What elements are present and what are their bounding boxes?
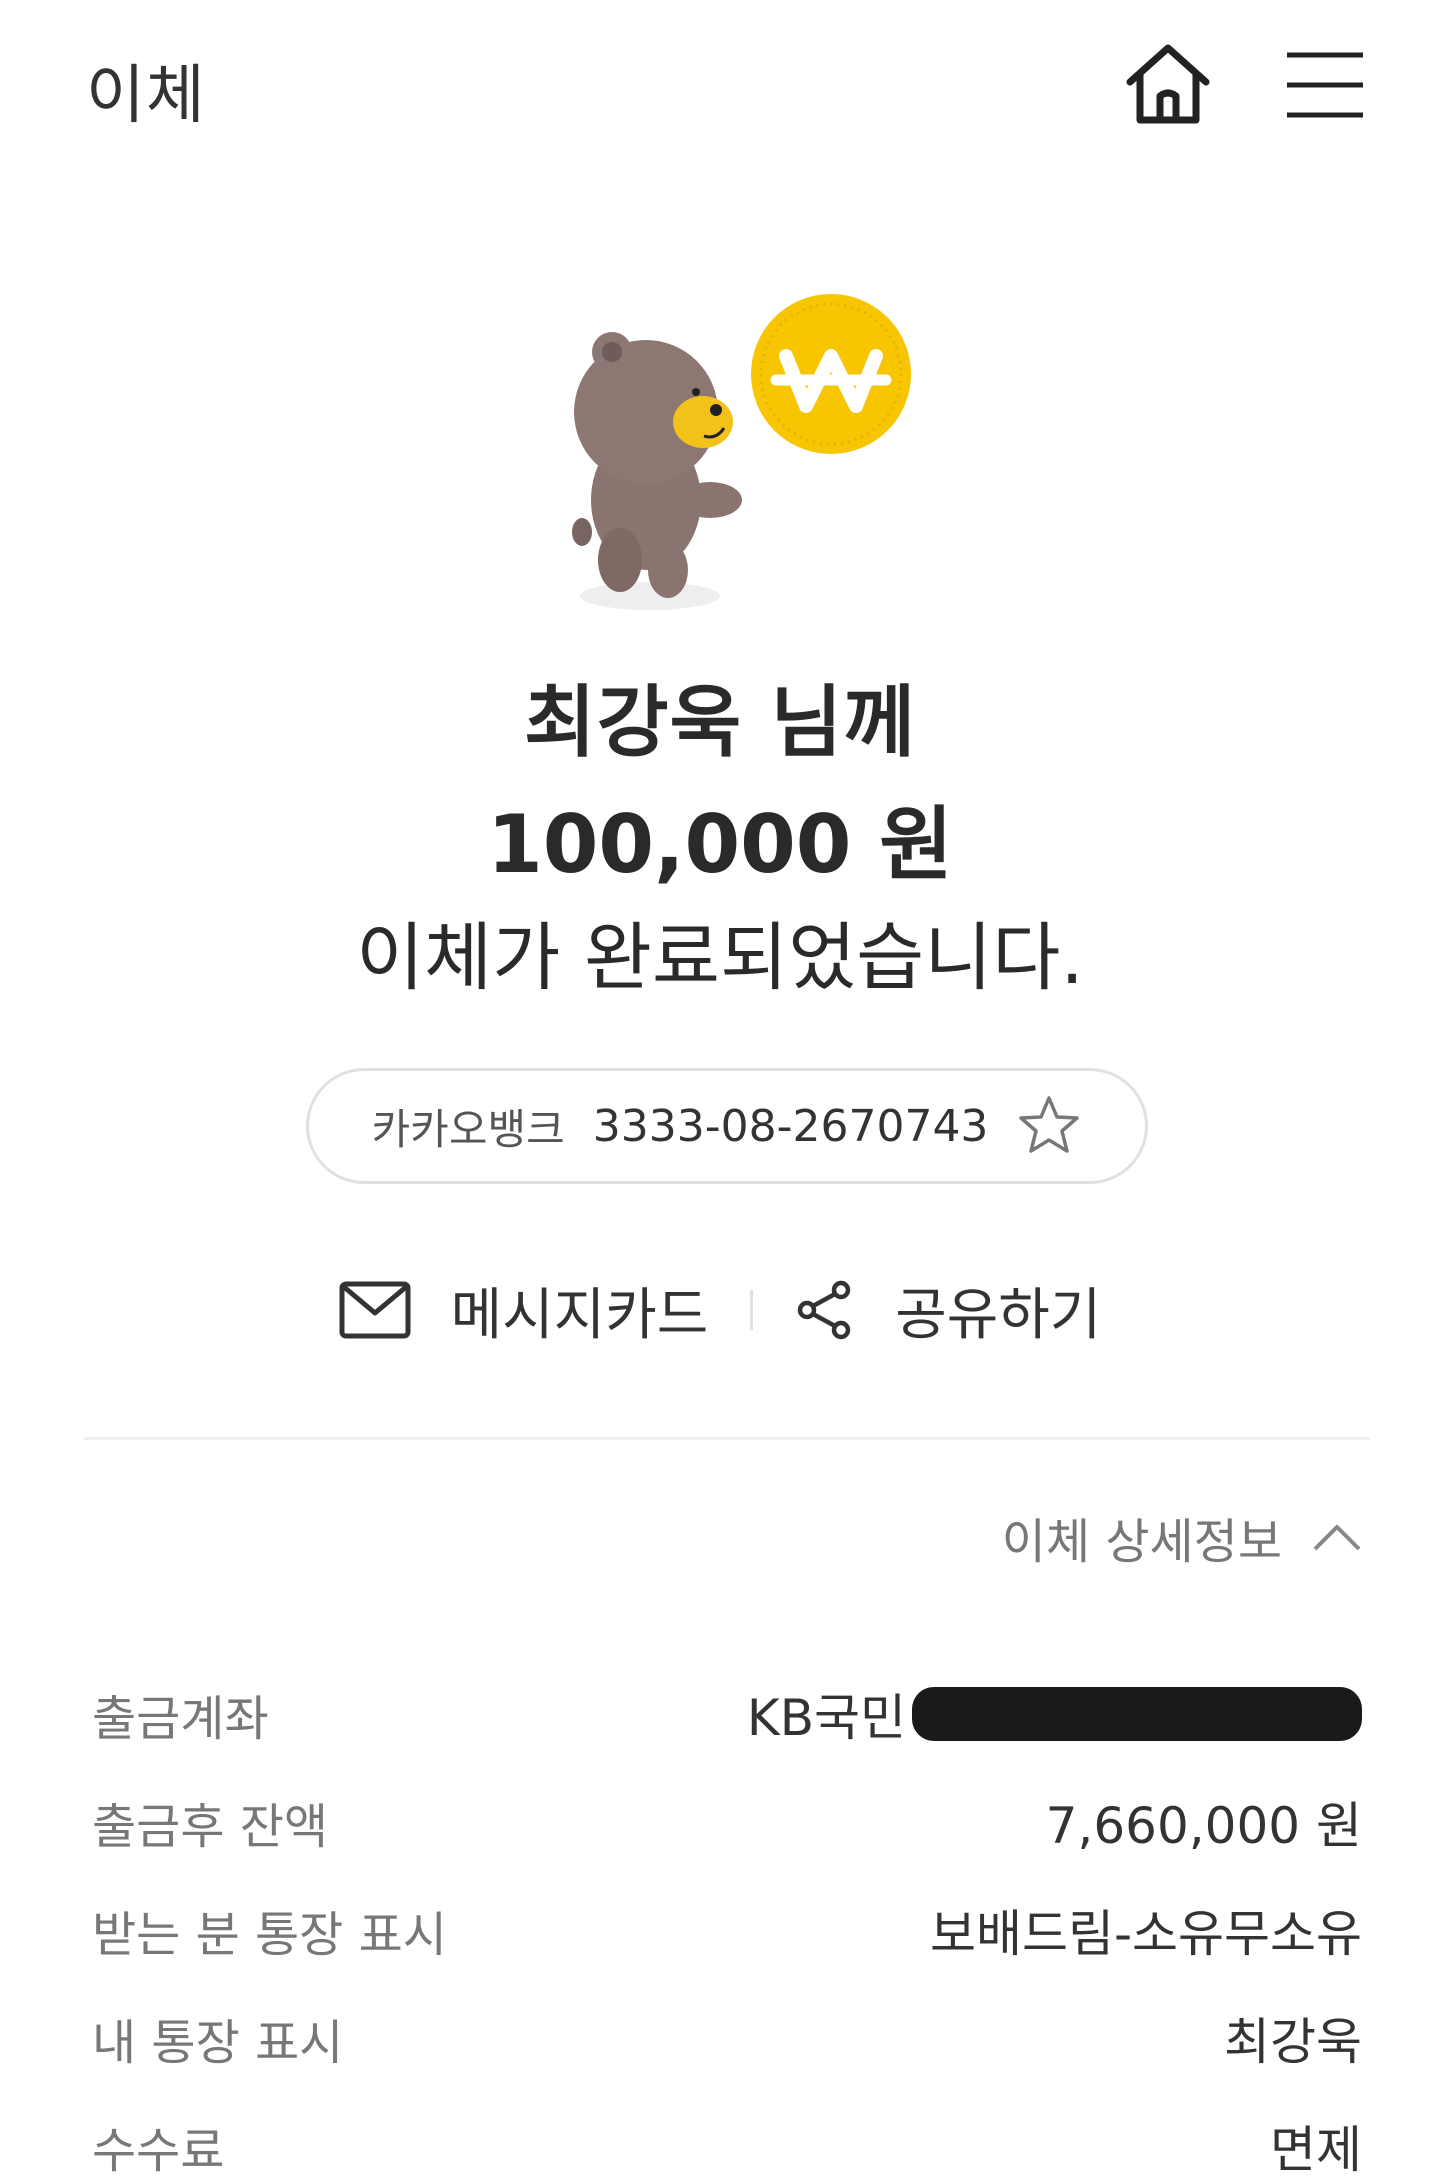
detail-label: 받는 분 통장 표시 [92,1907,447,1963]
detail-value: 보배드림-소유무소유 [929,1905,1362,1963]
section-divider [84,1437,1370,1440]
completion-message: 이체가 완료되었습니다. [356,915,1084,1001]
chevron-up-icon [1313,1525,1361,1551]
detail-label: 출금후 잔액 [92,1799,329,1855]
recipient-name: 최강욱 님께 [524,678,916,768]
account-number: 3333-08-2670743 [592,1100,989,1152]
redacted-account-number [912,1687,1362,1741]
share-label: 공유하기 [895,1282,1102,1348]
action-divider [750,1290,754,1330]
bank-name: 카카오뱅크 [371,1104,565,1154]
detail-row-fee: 수수료 면제 [92,2092,1362,2183]
message-card-label: 메시지카드 [450,1282,709,1348]
detail-label: 출금계좌 [92,1691,269,1747]
page-title: 이체 [86,59,206,133]
details-list: 출금계좌 KB국민 출금후 잔액 7,660,000 원 받는 분 통장 표시 … [92,1660,1362,2183]
home-icon [1126,44,1210,124]
detail-row-withdraw-account: 출금계좌 KB국민 [92,1660,1362,1768]
details-toggle[interactable]: 이체 상세정보 [1002,1502,1362,1572]
detail-row-my-memo: 내 통장 표시 최강욱 [92,1984,1362,2092]
detail-label: 수수료 [92,2123,225,2179]
transfer-illustration [550,290,930,620]
transfer-amount: 100,000 원 [487,798,953,891]
envelope-icon [339,1281,411,1339]
detail-value: 면제 [1270,2121,1362,2179]
details-toggle-label: 이체 상세정보 [1001,1514,1282,1570]
detail-row-recipient-memo: 받는 분 통장 표시 보배드림-소유무소유 [92,1876,1362,1984]
home-button[interactable] [1122,38,1214,130]
detail-value: 최강욱 [1224,2013,1362,2071]
action-bar: 메시지카드 공유하기 [0,1270,1440,1350]
share-button[interactable]: 공유하기 [795,1270,1101,1351]
detail-label: 내 통장 표시 [92,2015,344,2071]
recipient-account-pill: 카카오뱅크 3333-08-2670743 [306,1068,1148,1184]
bear-character [572,332,742,598]
menu-button[interactable] [1285,50,1365,120]
app-header: 이체 [0,0,1440,170]
hamburger-menu-icon [1287,52,1363,118]
withdraw-bank-name: KB국민 [746,1689,906,1747]
star-outline-icon[interactable] [1016,1093,1082,1159]
detail-value: 7,660,000 원 [1045,1797,1362,1855]
message-card-button[interactable]: 메시지카드 [339,1270,709,1351]
coin-icon [751,294,911,454]
detail-row-balance: 출금후 잔액 7,660,000 원 [92,1768,1362,1876]
detail-value: KB국민 [747,1678,1362,1750]
share-icon [798,1280,851,1340]
